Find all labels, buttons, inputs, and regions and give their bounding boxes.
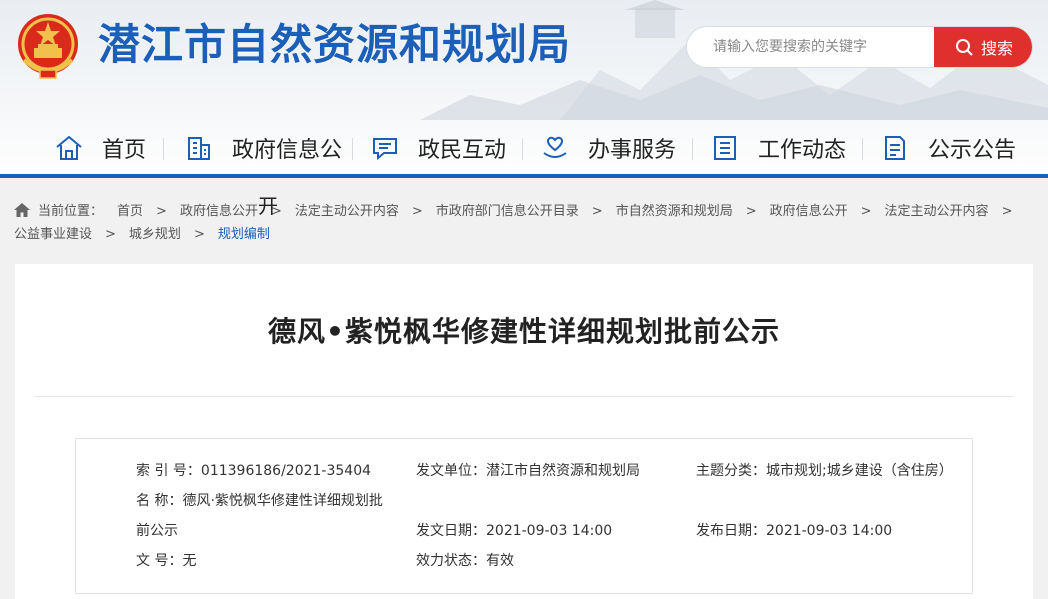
meta-date-value: 2021-09-03 14:00: [486, 523, 613, 539]
meta-issuer-label: 发文单位：: [416, 463, 486, 479]
meta-index-value: 011396186/2021-35404: [200, 463, 372, 479]
chat-icon: [373, 138, 397, 161]
meta-topic-value: 城市规划;城乡建设（含住房）: [766, 463, 953, 479]
list-icon: [714, 136, 736, 160]
meta-index: 索 引 号：011396186/2021-35404: [136, 461, 371, 481]
breadcrumb-item[interactable]: 政府信息公开: [180, 204, 258, 219]
nav-bottom-border: [0, 174, 1048, 178]
search-icon: [955, 39, 973, 56]
nav-item-interaction-label: 政民互动: [418, 138, 507, 163]
home-icon: [14, 203, 30, 217]
breadcrumb-separator: >: [156, 204, 167, 219]
breadcrumb-item[interactable]: 公益事业建设: [14, 227, 92, 242]
home-icon: [56, 135, 82, 160]
breadcrumb-item[interactable]: 市政府部门信息公开目录: [436, 204, 579, 219]
meta-publish-value: 2021-09-03 14:00: [766, 523, 893, 539]
meta-docno-value: 无: [182, 553, 197, 569]
breadcrumb-separator: >: [411, 204, 423, 219]
article-title: 德风•紫悦枫华修建性详细规划批前公示: [268, 315, 780, 348]
meta-name-continued: 前公示: [136, 523, 178, 539]
search-input[interactable]: [687, 27, 935, 67]
breadcrumb-separator: >: [745, 204, 757, 219]
meta-publish: 发布日期：2021-09-03 14:00: [696, 521, 892, 541]
breadcrumb-separator: >: [591, 204, 603, 219]
meta-index-label: 索 引 号：: [136, 463, 201, 479]
nav-item-interaction[interactable]: 政民互动: [370, 128, 506, 168]
breadcrumb: 当前位置： 首页 > 政府信息公开 > 法定主动公开内容 > 市政府部门信息公开目录 > 市自然资…: [14, 200, 1038, 246]
nav-label-overflow: 开: [258, 194, 278, 218]
meta-issuer-value: 潜江市自然资源和规划局: [486, 463, 640, 479]
search-button[interactable]: 搜索: [934, 27, 1032, 67]
meta-status: 效力状态：有效: [416, 551, 514, 571]
meta-docno: 文 号：无: [136, 551, 196, 571]
document-icon: [885, 136, 905, 160]
breadcrumb-current[interactable]: 规划编制: [218, 227, 270, 242]
breadcrumb-item[interactable]: 首页: [117, 204, 143, 219]
breadcrumb-separator: >: [1001, 204, 1013, 219]
meta-status-label: 效力状态：: [416, 553, 486, 569]
nav-item-services[interactable]: 办事服务: [540, 128, 676, 168]
metadata-table: 索 引 号：011396186/2021-35404 发文单位：潜江市自然资源和…: [75, 438, 973, 594]
meta-name-value: 德风·紫悦枫华修建性详细规划批: [182, 493, 383, 509]
nav-separator: [522, 138, 523, 160]
meta-publish-label: 发布日期：: [696, 523, 766, 539]
nav-separator: [163, 138, 164, 160]
nav-item-gov-info[interactable]: 政府信息公: [184, 128, 342, 168]
meta-topic-label: 主题分类：: [696, 463, 766, 479]
national-emblem-icon: [18, 14, 78, 79]
nav-item-home-label: 首页: [102, 138, 147, 163]
site-header: 潜江市自然资源和规划局 搜索 首页: [0, 0, 1048, 178]
breadcrumb-prefix: 当前位置：: [38, 204, 104, 219]
search-box: 搜索: [686, 26, 1033, 68]
meta-date-label: 发文日期：: [416, 523, 486, 539]
nav-separator: [692, 138, 693, 160]
nav-item-gov-info-label: 政府信息公: [232, 138, 343, 163]
search-button-label: 搜索: [980, 39, 1013, 58]
title-divider: [35, 396, 1013, 397]
nav-item-home[interactable]: 首页: [54, 128, 146, 168]
meta-date: 发文日期：2021-09-03 14:00: [416, 521, 612, 541]
nav-separator: [862, 138, 863, 160]
nav-separator: [352, 138, 353, 160]
nav-item-notices[interactable]: 公示公告: [880, 128, 1016, 168]
main-nav: 首页 政府信息公 政民互动 办事服务 工作动态 公示公告: [0, 120, 1048, 176]
nav-item-notices-label: 公示公告: [928, 138, 1017, 163]
building-icon: [188, 137, 210, 160]
breadcrumb-separator: >: [860, 204, 872, 219]
breadcrumb-separator: >: [193, 227, 205, 242]
breadcrumb-item[interactable]: 法定主动公开内容: [885, 204, 989, 219]
article-panel: 德风•紫悦枫华修建性详细规划批前公示 索 引 号：011396186/2021-…: [15, 264, 1033, 599]
meta-name: 名 称：德风·紫悦枫华修建性详细规划批: [136, 491, 383, 511]
heart-hand-icon: [543, 136, 567, 158]
meta-status-value: 有效: [486, 553, 514, 569]
nav-item-work-news[interactable]: 工作动态: [710, 128, 846, 168]
meta-docno-label: 文 号：: [136, 553, 183, 569]
meta-topic: 主题分类：城市规划;城乡建设（含住房）: [696, 461, 953, 481]
nav-item-services-label: 办事服务: [588, 138, 677, 163]
breadcrumb-item[interactable]: 城乡规划: [129, 227, 181, 242]
breadcrumb-item[interactable]: 政府信息公开: [770, 204, 848, 219]
site-title: 潜江市自然资源和规划局: [98, 20, 572, 69]
meta-name-label: 名 称：: [136, 493, 183, 509]
breadcrumb-item[interactable]: 法定主动公开内容: [295, 204, 399, 219]
breadcrumb-item[interactable]: 市自然资源和规划局: [616, 204, 733, 219]
meta-issuer: 发文单位：潜江市自然资源和规划局: [416, 461, 640, 481]
breadcrumb-separator: >: [105, 227, 116, 242]
nav-item-work-news-label: 工作动态: [758, 138, 847, 163]
